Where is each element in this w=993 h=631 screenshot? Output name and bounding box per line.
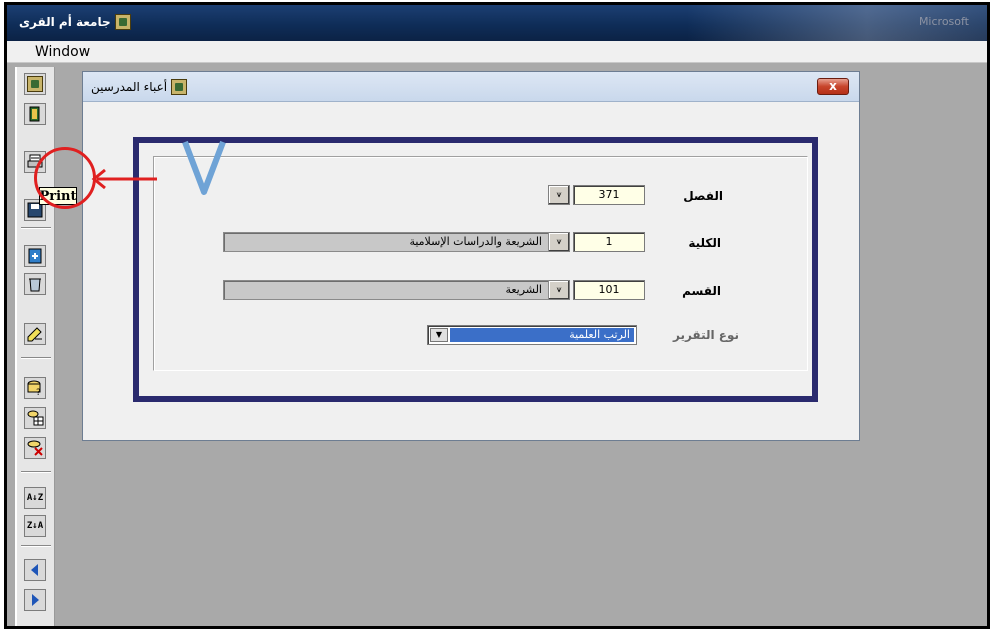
query-icon: ? <box>27 380 41 397</box>
close-button[interactable]: x <box>817 78 849 95</box>
semester-lookup-button[interactable]: ⩛ <box>548 185 570 205</box>
sort-descending-button[interactable]: Z↓A <box>24 515 46 537</box>
delete-icon <box>29 278 41 292</box>
department-description: الشريعة <box>223 280 549 300</box>
form-icon <box>171 79 188 95</box>
app-small-icon <box>27 76 43 92</box>
highlight-circle <box>34 147 96 209</box>
report-type-selected: الرتب العلمية <box>450 328 634 342</box>
annotation-arrow <box>91 168 157 190</box>
toolbar-separator <box>21 227 51 229</box>
next-button[interactable] <box>24 589 46 611</box>
next-icon <box>32 594 39 606</box>
exit-icon <box>29 106 40 122</box>
prev-button[interactable] <box>24 559 46 581</box>
prev-icon <box>31 564 38 576</box>
close-icon: x <box>829 79 837 93</box>
table-icon <box>27 410 44 426</box>
delete-button[interactable] <box>24 273 46 295</box>
college-field[interactable]: 1 <box>573 232 645 252</box>
child-title-group: أعباء المدرسين <box>91 79 188 95</box>
step-number <box>182 140 226 195</box>
new-record-button[interactable] <box>24 245 46 267</box>
teachers-load-window: أعباء المدرسين x ٧ الفصل 371 ⩛ الكلية 1 … <box>82 71 860 441</box>
semester-label: الفصل <box>683 189 723 203</box>
menu-window[interactable]: Window <box>35 44 90 60</box>
department-label: القسم <box>682 284 721 298</box>
table-button[interactable] <box>24 407 46 429</box>
menu-bar: Window <box>7 41 987 63</box>
report-type-select[interactable]: ▼ الرتب العلمية <box>427 325 637 345</box>
form-title: أعباء المدرسين <box>91 80 168 94</box>
lookup-icon: ⩛ <box>556 237 562 247</box>
sort-ascending-icon: A↓Z <box>26 493 44 503</box>
semester-field[interactable]: 371 <box>573 185 645 205</box>
app-window: جامعة أم القرى Microsoft Window ? A↓Z Z↓… <box>4 2 990 629</box>
query-button[interactable]: ? <box>24 377 46 399</box>
report-type-label: نوع التقرير <box>673 328 739 342</box>
college-label: الكلية <box>688 236 721 250</box>
exit-button[interactable] <box>24 103 46 125</box>
college-description: الشريعة والدراسات الإسلامية <box>223 232 549 252</box>
child-titlebar: أعباء المدرسين x <box>83 72 859 102</box>
college-lookup-button[interactable]: ⩛ <box>548 232 570 252</box>
app-icon <box>114 14 131 30</box>
clear-query-icon <box>27 440 43 456</box>
toolbar-separator <box>21 357 51 359</box>
sort-descending-icon: Z↓A <box>26 521 44 531</box>
lookup-icon: ⩛ <box>556 190 562 200</box>
chevron-down-icon[interactable]: ▼ <box>430 328 448 342</box>
app-titlebar: جامعة أم القرى Microsoft <box>7 5 987 41</box>
edit-button[interactable] <box>24 323 46 345</box>
app-toolbar-icon[interactable] <box>24 73 46 95</box>
department-lookup-button[interactable]: ⩛ <box>548 280 570 300</box>
sort-ascending-button[interactable]: A↓Z <box>24 487 46 509</box>
svg-text:?: ? <box>36 388 41 397</box>
app-title: جامعة أم القرى <box>19 15 111 29</box>
toolbar-separator <box>21 545 51 547</box>
toolbar-separator <box>21 471 51 473</box>
department-field[interactable]: 101 <box>573 280 645 300</box>
edit-icon <box>27 327 42 342</box>
lookup-icon: ⩛ <box>556 285 562 295</box>
clear-query-button[interactable] <box>24 437 46 459</box>
app-ghost-title: Microsoft <box>918 15 969 28</box>
app-title-group: جامعة أم القرى <box>19 14 131 30</box>
new-record-icon <box>28 248 42 264</box>
